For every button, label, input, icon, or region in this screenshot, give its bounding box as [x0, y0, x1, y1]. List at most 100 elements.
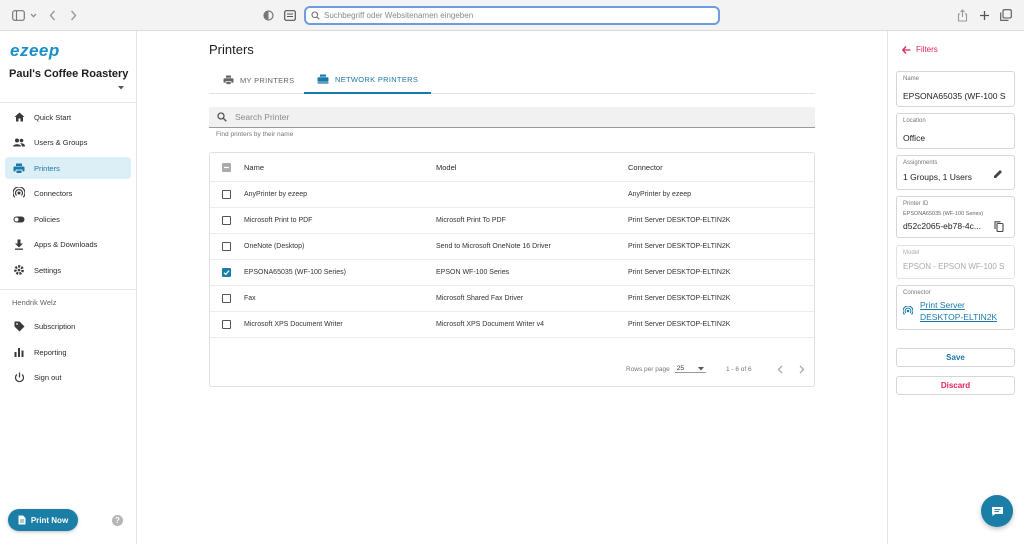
table-header-row: Name Model Connector — [210, 153, 814, 182]
browser-toolbar: Suchbegriff oder Websitenamen eingeben — [0, 0, 1024, 31]
tab-my-printers[interactable]: MY PRINTERS — [223, 66, 294, 94]
column-header-connector[interactable]: Connector — [628, 163, 663, 172]
printer-model-cell: Send to Microsoft OneNote 16 Driver — [436, 243, 551, 250]
document-icon — [18, 515, 26, 525]
share-icon[interactable] — [957, 7, 968, 23]
row-checkbox[interactable] — [222, 242, 231, 251]
sidebar-divider — [0, 102, 137, 103]
sidebar-item-reporting[interactable]: Reporting — [5, 341, 131, 363]
address-placeholder: Suchbegriff oder Websitenamen eingeben — [324, 11, 474, 20]
address-bar[interactable]: Suchbegriff oder Websitenamen eingeben — [304, 6, 720, 25]
arrow-left-icon — [902, 45, 911, 54]
row-checkbox[interactable] — [222, 320, 231, 329]
printer-connector-cell: Print Server DESKTOP-ELTIN2K — [628, 243, 731, 250]
privacy-shield-icon[interactable] — [263, 7, 274, 23]
sidebar-item-label: Quick Start — [34, 112, 72, 122]
name-field[interactable]: Name EPSONA65035 (WF-100 S — [896, 71, 1015, 107]
printer-connector-cell: Print Server DESKTOP-ELTIN2K — [628, 295, 731, 302]
table-row[interactable]: Fax Microsoft Shared Fax Driver Print Se… — [210, 286, 814, 312]
sidebar-item-sign-out[interactable]: Sign out — [5, 366, 131, 388]
printer-connector-cell: Print Server DESKTOP-ELTIN2K — [628, 217, 731, 224]
new-tab-icon[interactable] — [979, 7, 990, 23]
print-now-label: Print Now — [30, 515, 69, 525]
row-checkbox[interactable] — [222, 216, 231, 225]
printer-connector-cell: Print Server DESKTOP-ELTIN2K — [628, 269, 731, 276]
connector-link-line2[interactable]: DESKTOP-ELTIN2K — [920, 312, 997, 322]
printer-id-field-label: Printer ID — [903, 201, 929, 207]
connector-link-line1[interactable]: Print Server — [920, 300, 965, 310]
table-row[interactable]: EPSONA65035 (WF-100 Series) EPSON WF-100… — [210, 260, 814, 286]
table-row[interactable]: Microsoft Print to PDF Microsoft Print T… — [210, 208, 814, 234]
row-checkbox[interactable] — [222, 294, 231, 303]
next-page-icon[interactable] — [799, 365, 805, 374]
sidebar-item-subscription[interactable]: Subscription — [5, 315, 131, 337]
printer-connector-cell: AnyPrinter by ezeep — [628, 191, 692, 198]
printer-id-field[interactable]: Printer ID EPSONA65035 (WF-100 Series) d… — [896, 196, 1015, 238]
printer-model-cell: Microsoft Shared Fax Driver — [436, 295, 524, 302]
forward-arrow-icon[interactable] — [70, 7, 77, 23]
sidebar-item-label: Users & Groups — [34, 137, 88, 147]
sidebar-divider — [0, 289, 137, 290]
discard-button[interactable]: Discard — [896, 376, 1015, 395]
sidebar-item-quick-start[interactable]: Quick Start — [5, 106, 131, 128]
toggle-icon — [13, 213, 25, 225]
name-field-value: EPSONA65035 (WF-100 S — [903, 91, 1006, 101]
row-checkbox[interactable] — [222, 268, 231, 277]
model-field: Model EPSON - EPSON WF-100 S — [896, 245, 1015, 279]
sidebar-item-settings[interactable]: Settings — [5, 259, 131, 281]
column-header-model[interactable]: Model — [436, 163, 456, 172]
table-row[interactable]: Microsoft XPS Document Writer Microsoft … — [210, 312, 814, 338]
chat-button[interactable] — [981, 495, 1013, 527]
tab-network-printers[interactable]: NETWORK PRINTERS — [304, 66, 432, 94]
printer-id-sublabel: EPSONA65035 (WF-100 Series) — [903, 211, 984, 217]
sidebar-item-printers[interactable]: Printers — [5, 157, 131, 179]
search-helper-text: Find printers by their name — [216, 131, 294, 138]
print-now-button[interactable]: Print Now — [8, 509, 78, 531]
column-header-name[interactable]: Name — [244, 163, 264, 172]
location-field[interactable]: Location Office — [896, 113, 1015, 149]
sidebar-item-connectors[interactable]: Connectors — [5, 182, 131, 204]
people-icon — [13, 136, 25, 148]
chevron-down-icon[interactable] — [30, 7, 37, 23]
printers-table: Name Model Connector AnyPrinter by ezeep… — [209, 152, 815, 387]
sidebar-toggle-icon[interactable] — [12, 7, 25, 23]
edit-pencil-icon[interactable] — [993, 169, 1003, 179]
help-icon[interactable]: ? — [112, 515, 123, 526]
reader-icon[interactable] — [284, 7, 296, 23]
back-arrow-icon[interactable] — [49, 7, 56, 23]
ezeep-logo[interactable]: ezeep — [10, 41, 60, 61]
select-all-checkbox[interactable] — [222, 162, 231, 172]
sidebar-item-users-groups[interactable]: Users & Groups — [5, 131, 131, 153]
page-title: Printers — [209, 42, 254, 57]
copy-icon[interactable] — [994, 221, 1004, 232]
model-field-label: Model — [903, 250, 920, 256]
table-row[interactable]: OneNote (Desktop) Send to Microsoft OneN… — [210, 234, 814, 260]
row-checkbox[interactable] — [222, 190, 231, 199]
org-dropdown-icon[interactable] — [118, 86, 124, 90]
previous-page-icon[interactable] — [777, 365, 783, 374]
rows-per-page-select[interactable]: 25 — [674, 365, 706, 373]
table-row[interactable]: AnyPrinter by ezeep AnyPrinter by ezeep — [210, 182, 814, 208]
sidebar: ezeep Paul's Coffee Roastery Quick Start… — [0, 31, 137, 544]
printer-name-cell: EPSONA65035 (WF-100 Series) — [244, 269, 346, 276]
connector-field[interactable]: Connector Print Server DESKTOP-ELTIN2K — [896, 285, 1015, 330]
assignments-field-label: Assignments — [903, 160, 938, 166]
tab-label: NETWORK PRINTERS — [335, 74, 419, 84]
printer-model-cell: Microsoft XPS Document Writer v4 — [436, 321, 545, 328]
org-name[interactable]: Paul's Coffee Roastery — [9, 68, 128, 80]
sidebar-item-policies[interactable]: Policies — [5, 208, 131, 230]
printer-model-cell: Microsoft Print To PDF — [436, 217, 506, 224]
pagination: Rows per page 25 1 - 6 of 6 — [626, 361, 805, 377]
search-input[interactable]: Search Printer — [209, 107, 815, 128]
assignments-field[interactable]: Assignments 1 Groups, 1 Users — [896, 155, 1015, 190]
search-icon — [217, 112, 227, 122]
save-button[interactable]: Save — [896, 348, 1015, 367]
back-to-filters-link[interactable]: Filters — [902, 45, 938, 54]
chevron-down-icon — [697, 366, 704, 370]
sidebar-item-apps-downloads[interactable]: Apps & Downloads — [5, 233, 131, 255]
sidebar-item-label: Policies — [34, 214, 60, 224]
home-icon — [13, 111, 25, 123]
tab-overview-icon[interactable] — [1000, 7, 1012, 23]
chat-icon — [991, 506, 1003, 516]
printer-name-cell: Microsoft XPS Document Writer — [244, 321, 343, 328]
